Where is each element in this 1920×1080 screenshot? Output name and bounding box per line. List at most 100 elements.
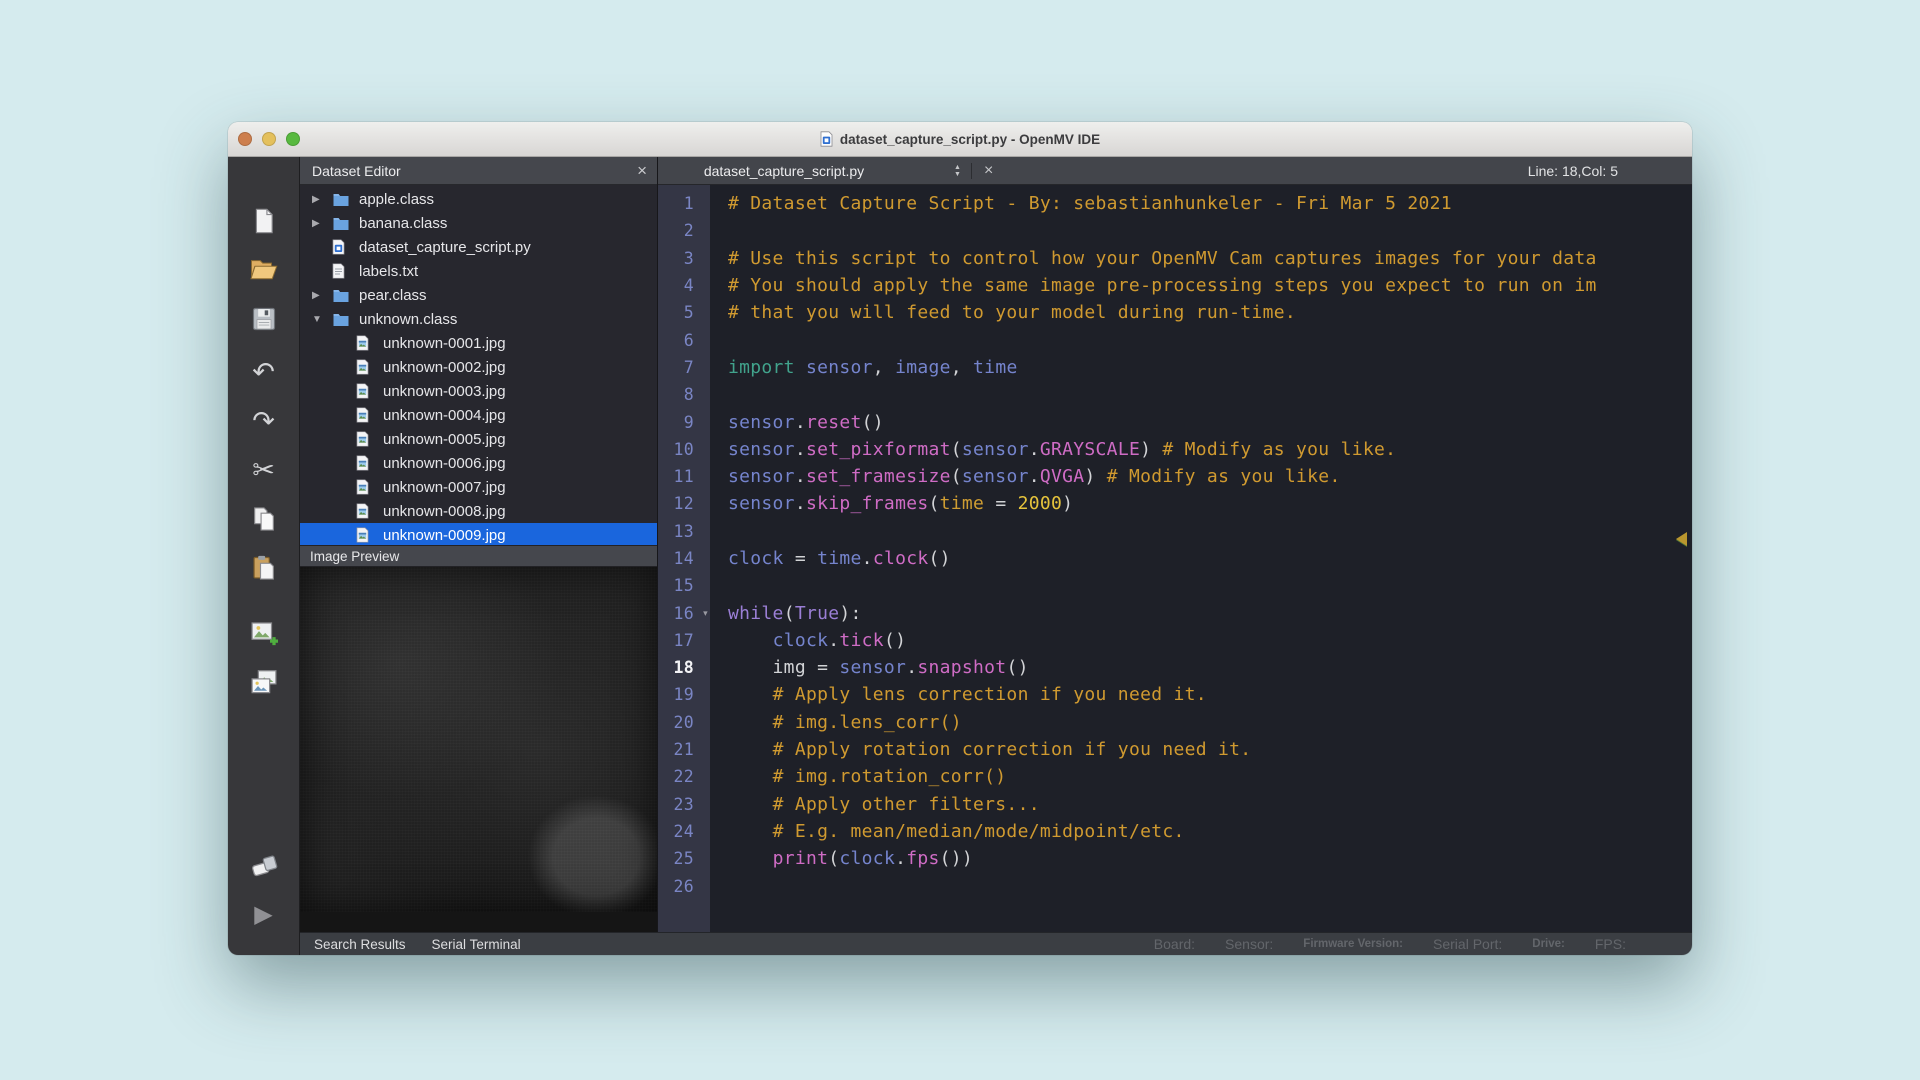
tree-item-label: apple.class [359, 191, 434, 208]
fold-marker-icon[interactable]: ▾ [703, 608, 708, 619]
code-text: print(clock.fps()) [710, 848, 973, 869]
tree-item-unknown-0009-jpg[interactable]: unknown-0009.jpg [300, 523, 657, 545]
line-number: 11 [658, 467, 710, 486]
tree-item-unknown-class[interactable]: ▼ unknown.class [300, 307, 657, 331]
close-tab-icon[interactable]: × [972, 163, 1005, 179]
paste-icon[interactable] [242, 548, 286, 588]
line-number: 1 [658, 194, 710, 213]
line-number: 13 [658, 522, 710, 541]
expand-arrow-icon[interactable]: ▶ [308, 194, 332, 205]
tree-item-dataset_capture_script-py[interactable]: dataset_capture_script.py [300, 235, 657, 259]
code-line-7: 7import sensor, image, time [658, 354, 1692, 381]
tree-item-unknown-0008-jpg[interactable]: unknown-0008.jpg [300, 499, 657, 523]
tree-item-label: unknown-0009.jpg [383, 527, 506, 544]
open-folder-icon[interactable] [242, 250, 286, 290]
expand-arrow-icon[interactable]: ▼ [308, 314, 332, 325]
tab-selector-icon[interactable]: ▲▼ [944, 164, 971, 178]
code-line-6: 6 [658, 326, 1692, 353]
tree-item-unknown-0004-jpg[interactable]: unknown-0004.jpg [300, 403, 657, 427]
code-line-26: 26 [658, 872, 1692, 899]
image-preview-title: Image Preview [310, 549, 399, 564]
new-file-icon[interactable] [242, 201, 286, 241]
clean-icon[interactable] [242, 845, 286, 885]
status-field-firmware-version: Firmware Version: [1303, 938, 1403, 950]
code-line-15: 15 [658, 572, 1692, 599]
python-file-icon [332, 239, 352, 255]
folder-file-icon [332, 312, 352, 327]
tree-item-label: unknown-0006.jpg [383, 455, 506, 472]
code-text: # Apply other filters... [710, 794, 1040, 815]
tree-item-banana-class[interactable]: ▶banana.class [300, 211, 657, 235]
tree-item-unknown-0002-jpg[interactable]: unknown-0002.jpg [300, 355, 657, 379]
tree-item-label: unknown-0007.jpg [383, 479, 506, 496]
redo-icon[interactable]: ↷ [242, 401, 286, 441]
window-title-group: dataset_capture_script.py - OpenMV IDE [820, 131, 1100, 147]
tree-item-unknown-0003-jpg[interactable]: unknown-0003.jpg [300, 379, 657, 403]
expand-arrow-icon[interactable]: ▶ [308, 290, 332, 301]
status-tab-search-results[interactable]: Search Results [314, 937, 406, 952]
tree-item-label: unknown-0004.jpg [383, 407, 506, 424]
tree-item-unknown-0001-jpg[interactable]: unknown-0001.jpg [300, 331, 657, 355]
run-icon[interactable]: ▶ [242, 894, 286, 934]
expand-arrow-icon[interactable]: ▶ [308, 218, 332, 229]
scroll-position-marker-icon [1676, 532, 1687, 546]
status-field-sensor: Sensor: [1225, 936, 1273, 952]
image-file-icon [356, 383, 376, 399]
zoom-window-button[interactable] [286, 132, 300, 146]
tree-item-pear-class[interactable]: ▶pear.class [300, 283, 657, 307]
code-text: # that you will feed to your model durin… [710, 302, 1296, 323]
tree-item-label: dataset_capture_script.py [359, 239, 531, 256]
code-line-2: 2 [658, 217, 1692, 244]
line-number: 23 [658, 795, 710, 814]
code-area[interactable]: 1# Dataset Capture Script - By: sebastia… [658, 185, 1692, 932]
code-line-17: 17 clock.tick() [658, 627, 1692, 654]
tab-dataset-capture-script[interactable]: dataset_capture_script.py [658, 157, 908, 184]
tree-item-label: unknown-0008.jpg [383, 503, 506, 520]
traffic-lights [238, 122, 300, 156]
copy-icon[interactable] [242, 499, 286, 539]
code-text: # img.rotation_corr() [710, 766, 1006, 787]
close-icon[interactable]: × [637, 162, 647, 179]
add-image-icon[interactable] [242, 613, 286, 653]
line-number: 16▾ [658, 604, 710, 623]
image-preview-header: Image Preview [300, 545, 657, 567]
folder-file-icon [332, 216, 352, 231]
code-line-14: 14clock = time.clock() [658, 545, 1692, 572]
image-set-icon[interactable] [242, 662, 286, 702]
line-number: 24 [658, 822, 710, 841]
code-line-1: 1# Dataset Capture Script - By: sebastia… [658, 190, 1692, 217]
tree-item-unknown-0006-jpg[interactable]: unknown-0006.jpg [300, 451, 657, 475]
save-icon[interactable] [242, 299, 286, 339]
line-number: 6 [658, 331, 710, 350]
tree-item-label: unknown.class [359, 311, 457, 328]
image-file-icon [356, 407, 376, 423]
line-number: 26 [658, 877, 710, 896]
line-number: 9 [658, 413, 710, 432]
code-text: img = sensor.snapshot() [710, 657, 1029, 678]
code-text: # Apply rotation correction if you need … [710, 739, 1251, 760]
code-text: # Dataset Capture Script - By: sebastian… [710, 193, 1452, 214]
tree-item-labels-txt[interactable]: labels.txt [300, 259, 657, 283]
code-line-13: 13 [658, 518, 1692, 545]
line-number: 4 [658, 276, 710, 295]
tree-item-unknown-0005-jpg[interactable]: unknown-0005.jpg [300, 427, 657, 451]
tree-item-unknown-0007-jpg[interactable]: unknown-0007.jpg [300, 475, 657, 499]
minimize-window-button[interactable] [262, 132, 276, 146]
folder-file-icon [332, 288, 352, 303]
image-file-icon [356, 503, 376, 519]
cut-icon[interactable]: ✂ [242, 450, 286, 490]
code-text: clock = time.clock() [710, 548, 951, 569]
status-tab-serial-terminal[interactable]: Serial Terminal [432, 937, 521, 952]
line-number: 15 [658, 576, 710, 595]
line-number: 14 [658, 549, 710, 568]
undo-icon[interactable]: ↶ [242, 352, 286, 392]
code-line-10: 10sensor.set_pixformat(sensor.GRAYSCALE)… [658, 436, 1692, 463]
line-number: 10 [658, 440, 710, 459]
tree-item-apple-class[interactable]: ▶ apple.class [300, 187, 657, 211]
line-number: 25 [658, 849, 710, 868]
line-number: 21 [658, 740, 710, 759]
text-file-icon [332, 263, 352, 279]
close-window-button[interactable] [238, 132, 252, 146]
code-line-16: 16▾while(True): [658, 599, 1692, 626]
code-line-24: 24 # E.g. mean/median/mode/midpoint/etc. [658, 818, 1692, 845]
